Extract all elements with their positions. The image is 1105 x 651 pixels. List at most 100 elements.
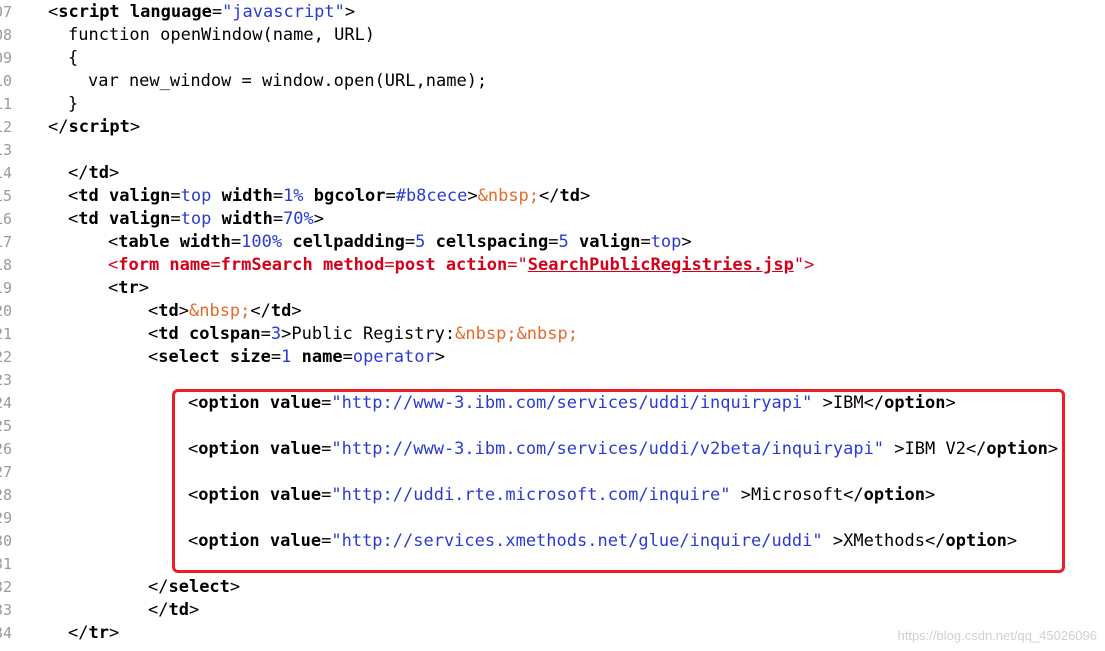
code-token: tr bbox=[118, 278, 139, 298]
code-token: td bbox=[158, 324, 179, 344]
code-token: > bbox=[291, 301, 302, 321]
code-token: select bbox=[168, 577, 230, 597]
code-token: size bbox=[229, 347, 271, 367]
code-token: top bbox=[180, 186, 212, 206]
code-token: > bbox=[313, 209, 325, 229]
code-line: 16<td valign=top width=70%> bbox=[0, 208, 1105, 231]
code-token: SearchPublicRegistries.jsp bbox=[527, 255, 794, 275]
code-token: form name bbox=[118, 255, 211, 275]
code-token: < bbox=[148, 301, 159, 321]
code-line: 14 </td> bbox=[0, 162, 1105, 185]
watermark: https://blog.csdn.net/qq_45026096 bbox=[897, 628, 1098, 643]
code-token: top bbox=[180, 209, 212, 229]
line-number: 25 bbox=[0, 417, 13, 435]
line-number: 27 bbox=[0, 463, 13, 481]
code-token: valign bbox=[579, 232, 641, 252]
code-token: 3 bbox=[270, 324, 282, 344]
code-token: < bbox=[48, 2, 59, 22]
code-token: = bbox=[211, 2, 223, 22]
code-line: 21 <td colspan=3>Public Registry:&nbsp;&n… bbox=[0, 323, 1105, 346]
code-token: width bbox=[179, 232, 231, 252]
code-token: td bbox=[168, 600, 189, 620]
code-token: = bbox=[640, 232, 651, 252]
code-text: function openWindow(name, URL) bbox=[68, 24, 375, 47]
code-text: <form name=frmSearch method=post action=… bbox=[108, 254, 814, 277]
code-token: > bbox=[178, 301, 189, 321]
code-token: valign bbox=[108, 209, 171, 229]
code-token: = bbox=[260, 324, 271, 344]
line-number: 07 bbox=[0, 3, 13, 21]
code-text: </td> bbox=[148, 599, 199, 622]
code-text: <tr> bbox=[108, 277, 149, 300]
code-token: = bbox=[404, 232, 416, 252]
code-token: table bbox=[118, 232, 170, 252]
code-text: <td valign=top width=70%> bbox=[68, 208, 324, 231]
code-text: <td colspan=3>Public Registry:&nbsp;&nbs… bbox=[148, 323, 578, 346]
line-number: 30 bbox=[0, 532, 13, 550]
code-token: 1% bbox=[283, 186, 304, 206]
code-line: 12 </script> bbox=[0, 116, 1105, 139]
line-number: 26 bbox=[0, 440, 13, 458]
code-token: td bbox=[270, 301, 292, 321]
code-line: 11} bbox=[0, 93, 1105, 116]
code-token: var new_window = window.open(URL,name); bbox=[88, 71, 488, 91]
code-token: = bbox=[170, 186, 181, 206]
line-number: 13 bbox=[0, 141, 13, 159]
code-token: "javascript" bbox=[222, 2, 345, 22]
code-token: = bbox=[270, 347, 282, 367]
code-token: > bbox=[580, 186, 591, 206]
code-token: > bbox=[681, 232, 692, 252]
code-line: 19 <tr> bbox=[0, 277, 1105, 300]
code-token: < bbox=[108, 278, 119, 298]
code-token: = bbox=[384, 255, 395, 275]
line-number: 33 bbox=[0, 601, 13, 619]
code-line: 18<form name=frmSearch method=post actio… bbox=[0, 254, 1105, 277]
line-number: 22 bbox=[0, 348, 13, 366]
code-token: </ bbox=[68, 623, 89, 643]
line-number: 23 bbox=[0, 371, 13, 389]
code-token: td bbox=[78, 209, 99, 229]
code-token: cellpadding bbox=[292, 232, 405, 252]
code-token: tr bbox=[88, 623, 109, 643]
code-token: </ bbox=[48, 117, 69, 137]
code-token: { bbox=[68, 48, 79, 68]
code-token: td bbox=[78, 186, 99, 206]
code-text: } bbox=[68, 93, 78, 116]
line-number: 19 bbox=[0, 279, 13, 297]
code-token: </ bbox=[68, 163, 89, 183]
code-token: width bbox=[221, 209, 273, 229]
code-text: { bbox=[68, 47, 78, 70]
line-number: 24 bbox=[0, 394, 13, 412]
code-text: </select> bbox=[148, 576, 240, 599]
line-number: 34 bbox=[0, 624, 13, 642]
code-token: = bbox=[230, 232, 242, 252]
code-line: 17<table width=100% cellpadding=5 cellsp… bbox=[0, 231, 1105, 254]
code-token: post action bbox=[394, 255, 508, 275]
code-line: 09 { bbox=[0, 47, 1105, 70]
code-token: 5 bbox=[415, 232, 426, 252]
code-token: < bbox=[68, 186, 79, 206]
code-text: <table width=100% cellpadding=5 cellspac… bbox=[108, 231, 692, 254]
highlight-box bbox=[172, 389, 1065, 573]
line-number: 21 bbox=[0, 325, 13, 343]
code-token: &nbsp; bbox=[477, 186, 540, 206]
code-token: = bbox=[548, 232, 559, 252]
code-token: td bbox=[158, 301, 179, 321]
line-number: 15 bbox=[0, 187, 13, 205]
code-token: =" bbox=[507, 255, 528, 275]
code-token: "> bbox=[793, 255, 815, 275]
code-text: </script> bbox=[48, 116, 140, 139]
code-token: &nbsp; bbox=[188, 301, 251, 321]
code-token: < bbox=[148, 347, 159, 367]
code-text: <td valign=top width=1% bgcolor=#b8cece>… bbox=[68, 185, 590, 208]
code-token: </ bbox=[250, 301, 271, 321]
code-token: Public Registry: bbox=[291, 324, 456, 344]
code-text: </tr> bbox=[68, 622, 119, 645]
